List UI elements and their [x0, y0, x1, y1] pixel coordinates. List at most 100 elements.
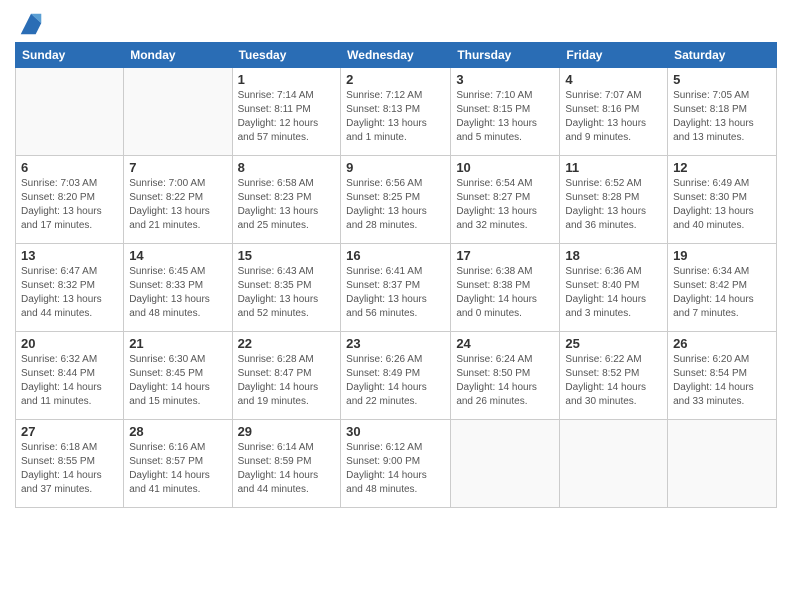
week-row-2: 6 Sunrise: 7:03 AMSunset: 8:20 PMDaylight… [16, 156, 777, 244]
calendar-cell [16, 68, 124, 156]
day-number: 2 [346, 72, 445, 87]
week-row-1: 1 Sunrise: 7:14 AMSunset: 8:11 PMDaylight… [16, 68, 777, 156]
calendar-cell [560, 420, 668, 508]
day-info: Sunrise: 6:38 AMSunset: 8:38 PMDaylight:… [456, 265, 554, 321]
calendar-cell: 2 Sunrise: 7:12 AMSunset: 8:13 PMDaylight… [341, 68, 451, 156]
calendar-cell: 3 Sunrise: 7:10 AMSunset: 8:15 PMDaylight… [451, 68, 560, 156]
week-row-4: 20 Sunrise: 6:32 AMSunset: 8:44 PMDayligh… [16, 332, 777, 420]
calendar-cell: 27 Sunrise: 6:18 AMSunset: 8:55 PMDayligh… [16, 420, 124, 508]
day-number: 1 [238, 72, 336, 87]
day-number: 12 [673, 160, 771, 175]
calendar-cell: 20 Sunrise: 6:32 AMSunset: 8:44 PMDayligh… [16, 332, 124, 420]
calendar-header-row: SundayMondayTuesdayWednesdayThursdayFrid… [16, 43, 777, 68]
day-number: 22 [238, 336, 336, 351]
day-info: Sunrise: 6:58 AMSunset: 8:23 PMDaylight:… [238, 177, 336, 233]
day-number: 9 [346, 160, 445, 175]
calendar-cell: 25Sunrise: 6:22 AMSunset: 8:52 PMDayligh… [560, 332, 668, 420]
calendar-cell: 24 Sunrise: 6:24 AMSunset: 8:50 PMDayligh… [451, 332, 560, 420]
calendar-cell: 8 Sunrise: 6:58 AMSunset: 8:23 PMDaylight… [232, 156, 341, 244]
day-info: Sunrise: 6:28 AMSunset: 8:47 PMDaylight:… [238, 353, 336, 409]
day-number: 19 [673, 248, 771, 263]
calendar-cell: 10 Sunrise: 6:54 AMSunset: 8:27 PMDayligh… [451, 156, 560, 244]
column-header-tuesday: Tuesday [232, 43, 341, 68]
calendar-cell: 16 Sunrise: 6:41 AMSunset: 8:37 PMDayligh… [341, 244, 451, 332]
day-number: 26 [673, 336, 771, 351]
day-info: Sunrise: 6:12 AMSunset: 9:00 PMDaylight:… [346, 441, 445, 497]
calendar-cell: 29Sunrise: 6:14 AMSunset: 8:59 PMDayligh… [232, 420, 341, 508]
calendar-cell: 13Sunrise: 6:47 AMSunset: 8:32 PMDayligh… [16, 244, 124, 332]
day-number: 14 [129, 248, 226, 263]
calendar-cell: 19 Sunrise: 6:34 AMSunset: 8:42 PMDayligh… [668, 244, 777, 332]
column-header-friday: Friday [560, 43, 668, 68]
week-row-3: 13Sunrise: 6:47 AMSunset: 8:32 PMDayligh… [16, 244, 777, 332]
day-info: Sunrise: 6:32 AMSunset: 8:44 PMDaylight:… [21, 353, 118, 409]
column-header-saturday: Saturday [668, 43, 777, 68]
day-info: Sunrise: 6:56 AMSunset: 8:25 PMDaylight:… [346, 177, 445, 233]
day-info: Sunrise: 6:52 AMSunset: 8:28 PMDaylight:… [565, 177, 662, 233]
day-info: Sunrise: 6:47 AMSunset: 8:32 PMDaylight:… [21, 265, 118, 321]
day-info: Sunrise: 7:10 AMSunset: 8:15 PMDaylight:… [456, 89, 554, 145]
calendar-cell: 6 Sunrise: 7:03 AMSunset: 8:20 PMDaylight… [16, 156, 124, 244]
day-info: Sunrise: 6:24 AMSunset: 8:50 PMDaylight:… [456, 353, 554, 409]
calendar-cell: 30 Sunrise: 6:12 AMSunset: 9:00 PMDayligh… [341, 420, 451, 508]
day-number: 16 [346, 248, 445, 263]
week-row-5: 27 Sunrise: 6:18 AMSunset: 8:55 PMDayligh… [16, 420, 777, 508]
day-number: 6 [21, 160, 118, 175]
calendar-cell: 17Sunrise: 6:38 AMSunset: 8:38 PMDayligh… [451, 244, 560, 332]
calendar-cell: 21 Sunrise: 6:30 AMSunset: 8:45 PMDayligh… [124, 332, 232, 420]
day-info: Sunrise: 6:54 AMSunset: 8:27 PMDaylight:… [456, 177, 554, 233]
day-info: Sunrise: 6:45 AMSunset: 8:33 PMDaylight:… [129, 265, 226, 321]
column-header-thursday: Thursday [451, 43, 560, 68]
calendar-cell [668, 420, 777, 508]
day-number: 27 [21, 424, 118, 439]
day-info: Sunrise: 6:14 AMSunset: 8:59 PMDaylight:… [238, 441, 336, 497]
day-info: Sunrise: 6:16 AMSunset: 8:57 PMDaylight:… [129, 441, 226, 497]
day-number: 4 [565, 72, 662, 87]
logo [15, 10, 45, 38]
day-number: 11 [565, 160, 662, 175]
day-number: 28 [129, 424, 226, 439]
calendar-cell: 11 Sunrise: 6:52 AMSunset: 8:28 PMDayligh… [560, 156, 668, 244]
day-info: Sunrise: 7:03 AMSunset: 8:20 PMDaylight:… [21, 177, 118, 233]
calendar-cell: 18 Sunrise: 6:36 AMSunset: 8:40 PMDayligh… [560, 244, 668, 332]
header [15, 10, 777, 38]
day-number: 15 [238, 248, 336, 263]
calendar-cell [451, 420, 560, 508]
day-number: 21 [129, 336, 226, 351]
day-number: 3 [456, 72, 554, 87]
calendar-table: SundayMondayTuesdayWednesdayThursdayFrid… [15, 42, 777, 508]
day-info: Sunrise: 6:20 AMSunset: 8:54 PMDaylight:… [673, 353, 771, 409]
day-number: 10 [456, 160, 554, 175]
calendar-cell: 26 Sunrise: 6:20 AMSunset: 8:54 PMDayligh… [668, 332, 777, 420]
day-info: Sunrise: 7:12 AMSunset: 8:13 PMDaylight:… [346, 89, 445, 145]
logo-icon [17, 10, 45, 38]
day-info: Sunrise: 7:14 AMSunset: 8:11 PMDaylight:… [238, 89, 336, 145]
day-info: Sunrise: 6:43 AMSunset: 8:35 PMDaylight:… [238, 265, 336, 321]
calendar-cell: 22 Sunrise: 6:28 AMSunset: 8:47 PMDayligh… [232, 332, 341, 420]
column-header-sunday: Sunday [16, 43, 124, 68]
day-number: 5 [673, 72, 771, 87]
calendar-cell: 7 Sunrise: 7:00 AMSunset: 8:22 PMDaylight… [124, 156, 232, 244]
day-info: Sunrise: 7:00 AMSunset: 8:22 PMDaylight:… [129, 177, 226, 233]
day-number: 23 [346, 336, 445, 351]
day-number: 24 [456, 336, 554, 351]
day-number: 8 [238, 160, 336, 175]
day-info: Sunrise: 6:18 AMSunset: 8:55 PMDaylight:… [21, 441, 118, 497]
calendar-cell: 28 Sunrise: 6:16 AMSunset: 8:57 PMDayligh… [124, 420, 232, 508]
calendar-cell: 23Sunrise: 6:26 AMSunset: 8:49 PMDayligh… [341, 332, 451, 420]
calendar-cell: 5Sunrise: 7:05 AMSunset: 8:18 PMDaylight… [668, 68, 777, 156]
day-info: Sunrise: 6:34 AMSunset: 8:42 PMDaylight:… [673, 265, 771, 321]
day-info: Sunrise: 6:41 AMSunset: 8:37 PMDaylight:… [346, 265, 445, 321]
calendar-cell: 9 Sunrise: 6:56 AMSunset: 8:25 PMDaylight… [341, 156, 451, 244]
day-number: 30 [346, 424, 445, 439]
day-info: Sunrise: 6:22 AMSunset: 8:52 PMDaylight:… [565, 353, 662, 409]
day-number: 7 [129, 160, 226, 175]
calendar-cell: 14 Sunrise: 6:45 AMSunset: 8:33 PMDayligh… [124, 244, 232, 332]
calendar-cell: 12Sunrise: 6:49 AMSunset: 8:30 PMDayligh… [668, 156, 777, 244]
day-number: 18 [565, 248, 662, 263]
day-info: Sunrise: 6:36 AMSunset: 8:40 PMDaylight:… [565, 265, 662, 321]
day-info: Sunrise: 6:30 AMSunset: 8:45 PMDaylight:… [129, 353, 226, 409]
column-header-monday: Monday [124, 43, 232, 68]
calendar-cell: 1 Sunrise: 7:14 AMSunset: 8:11 PMDaylight… [232, 68, 341, 156]
day-number: 20 [21, 336, 118, 351]
